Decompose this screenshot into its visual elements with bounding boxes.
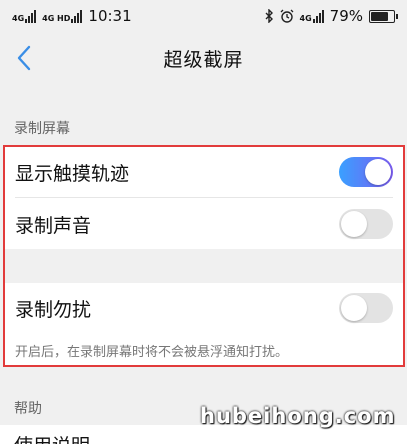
battery-fill: [371, 11, 389, 21]
status-bar: 4G 4G HD 10:31 4G 79%: [0, 0, 407, 32]
alarm-icon: [280, 9, 293, 23]
toggle-knob: [365, 159, 391, 185]
toggle-knob: [341, 295, 367, 321]
signal-icon-2: 4G HD: [42, 9, 83, 23]
clock: 10:31: [88, 7, 132, 25]
network-type-label: 4G: [12, 14, 25, 23]
back-button[interactable]: [8, 42, 40, 74]
bluetooth-icon: [265, 9, 273, 23]
help-item-label: 使用说明: [14, 435, 90, 444]
status-right: 4G 79%: [264, 7, 398, 25]
toggle-touch-track[interactable]: [339, 157, 393, 187]
chevron-left-icon: [17, 45, 31, 71]
battery-icon: [369, 9, 398, 23]
section-gap: [5, 249, 403, 283]
toggle-record-sound[interactable]: [339, 209, 393, 239]
watermark: hubeihong.com: [200, 404, 396, 428]
toggle-knob: [341, 211, 367, 237]
setting-row-record-sound[interactable]: 录制声音: [5, 199, 403, 249]
setting-row-do-not-disturb[interactable]: 录制勿扰: [5, 283, 403, 333]
section-label-help: 帮助: [14, 401, 42, 417]
battery-percent: 79%: [329, 7, 363, 25]
setting-row-touch-track[interactable]: 显示触摸轨迹: [5, 147, 403, 197]
signal-icon: 4G: [12, 9, 37, 23]
hint-text: 开启后，在录制屏幕时将不会被悬浮通知打扰。: [15, 345, 289, 360]
nav-bar: 超级截屏: [0, 32, 407, 84]
toggle-do-not-disturb[interactable]: [339, 293, 393, 323]
status-left: 4G 4G HD 10:31: [12, 7, 132, 25]
network-type-label-3: 4G: [299, 14, 312, 23]
cellular-signal-icon: 4G: [300, 9, 324, 23]
setting-label-touch-track: 显示触摸轨迹: [15, 162, 130, 185]
page-title: 超级截屏: [163, 48, 244, 71]
divider: [15, 197, 393, 198]
setting-label-record-sound: 录制声音: [15, 214, 92, 237]
setting-label-do-not-disturb: 录制勿扰: [15, 298, 92, 321]
network-type-label-2: 4G HD: [42, 14, 71, 23]
section-label-record: 录制屏幕: [14, 121, 70, 137]
settings-group: 显示触摸轨迹 录制声音 录制勿扰 开启后，在录制屏幕时将不会被悬浮通知打扰。: [3, 145, 405, 367]
